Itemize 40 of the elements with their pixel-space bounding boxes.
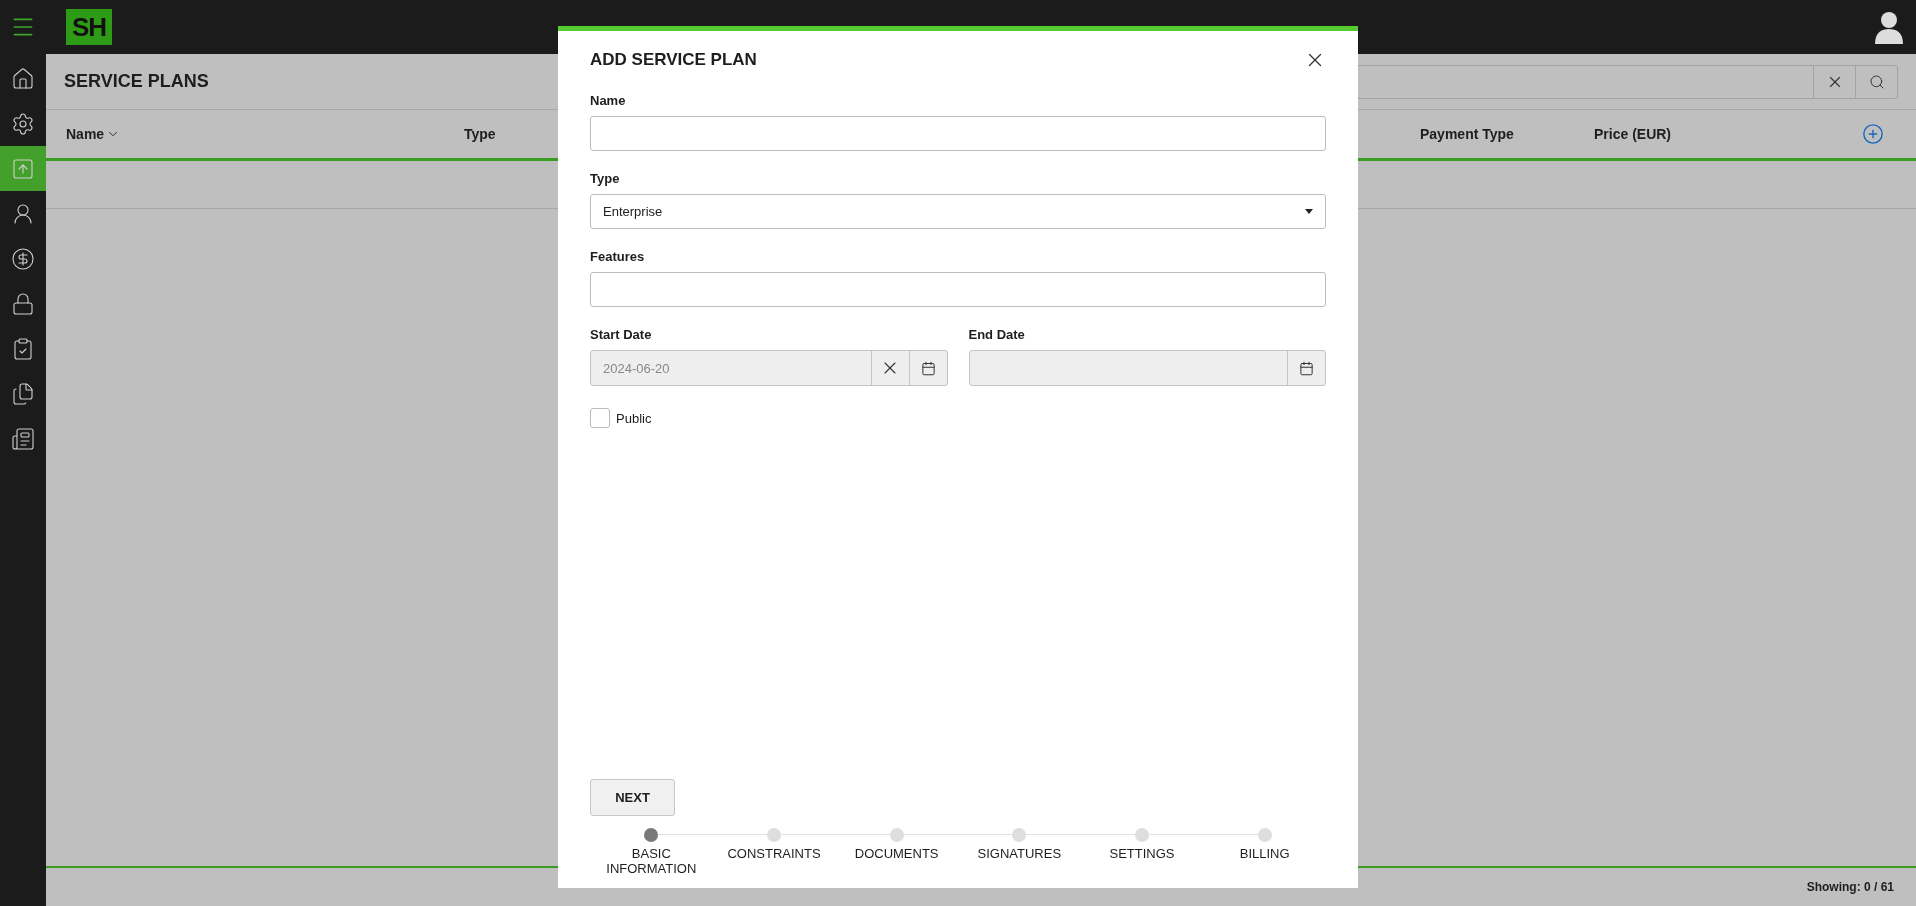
newspaper-icon (11, 426, 35, 451)
column-header[interactable]: Price (EUR) (1594, 126, 1672, 142)
upload-icon (11, 156, 35, 181)
text-field[interactable] (590, 116, 1326, 151)
clipboard-check-icon (11, 336, 35, 361)
column-header[interactable]: Type (464, 126, 496, 142)
step-label[interactable]: CONSTRAINTS (724, 846, 824, 861)
caret-icon (1305, 209, 1313, 214)
step-label[interactable]: BASIC INFORMATION (601, 846, 702, 876)
user-icon (11, 201, 35, 226)
settings-icon (11, 111, 35, 136)
step-label[interactable]: DOCUMENTS (846, 846, 947, 861)
select-field[interactable]: Enterprise (590, 194, 1326, 229)
record-count: Showing: 0 / 61 (1806, 880, 1894, 894)
step-label[interactable]: BILLING (1214, 846, 1315, 861)
dialog-title: ADD SERVICE PLAN (590, 50, 757, 70)
dollar-icon (11, 246, 35, 271)
field-label: End Date (968, 327, 1026, 342)
field-label: Type (590, 171, 621, 186)
column-header[interactable]: Name (66, 126, 105, 142)
logo: SH (66, 9, 113, 45)
lock-icon (11, 291, 35, 316)
next-button[interactable]: NEXT (590, 779, 675, 816)
add-button[interactable] (1862, 123, 1884, 145)
search-icon (1868, 73, 1885, 90)
page-title: SERVICE PLANS (64, 71, 209, 92)
checkbox[interactable] (590, 408, 610, 428)
user-avatar-icon[interactable] (1874, 10, 1904, 44)
text-field[interactable] (590, 272, 1326, 307)
field-label: Name (590, 93, 627, 108)
calendar-icon (920, 360, 936, 376)
calendar-icon (1299, 360, 1314, 376)
files-icon (11, 381, 35, 406)
field-label: Start Date (590, 327, 653, 342)
step-label[interactable]: SIGNATURES (969, 846, 1070, 861)
checkbox-label: Public (616, 410, 652, 426)
home-icon (11, 66, 35, 91)
field-label: Features (590, 249, 646, 264)
step-label[interactable]: SETTINGS (1092, 846, 1192, 861)
column-header[interactable]: Payment Type (1420, 126, 1514, 142)
